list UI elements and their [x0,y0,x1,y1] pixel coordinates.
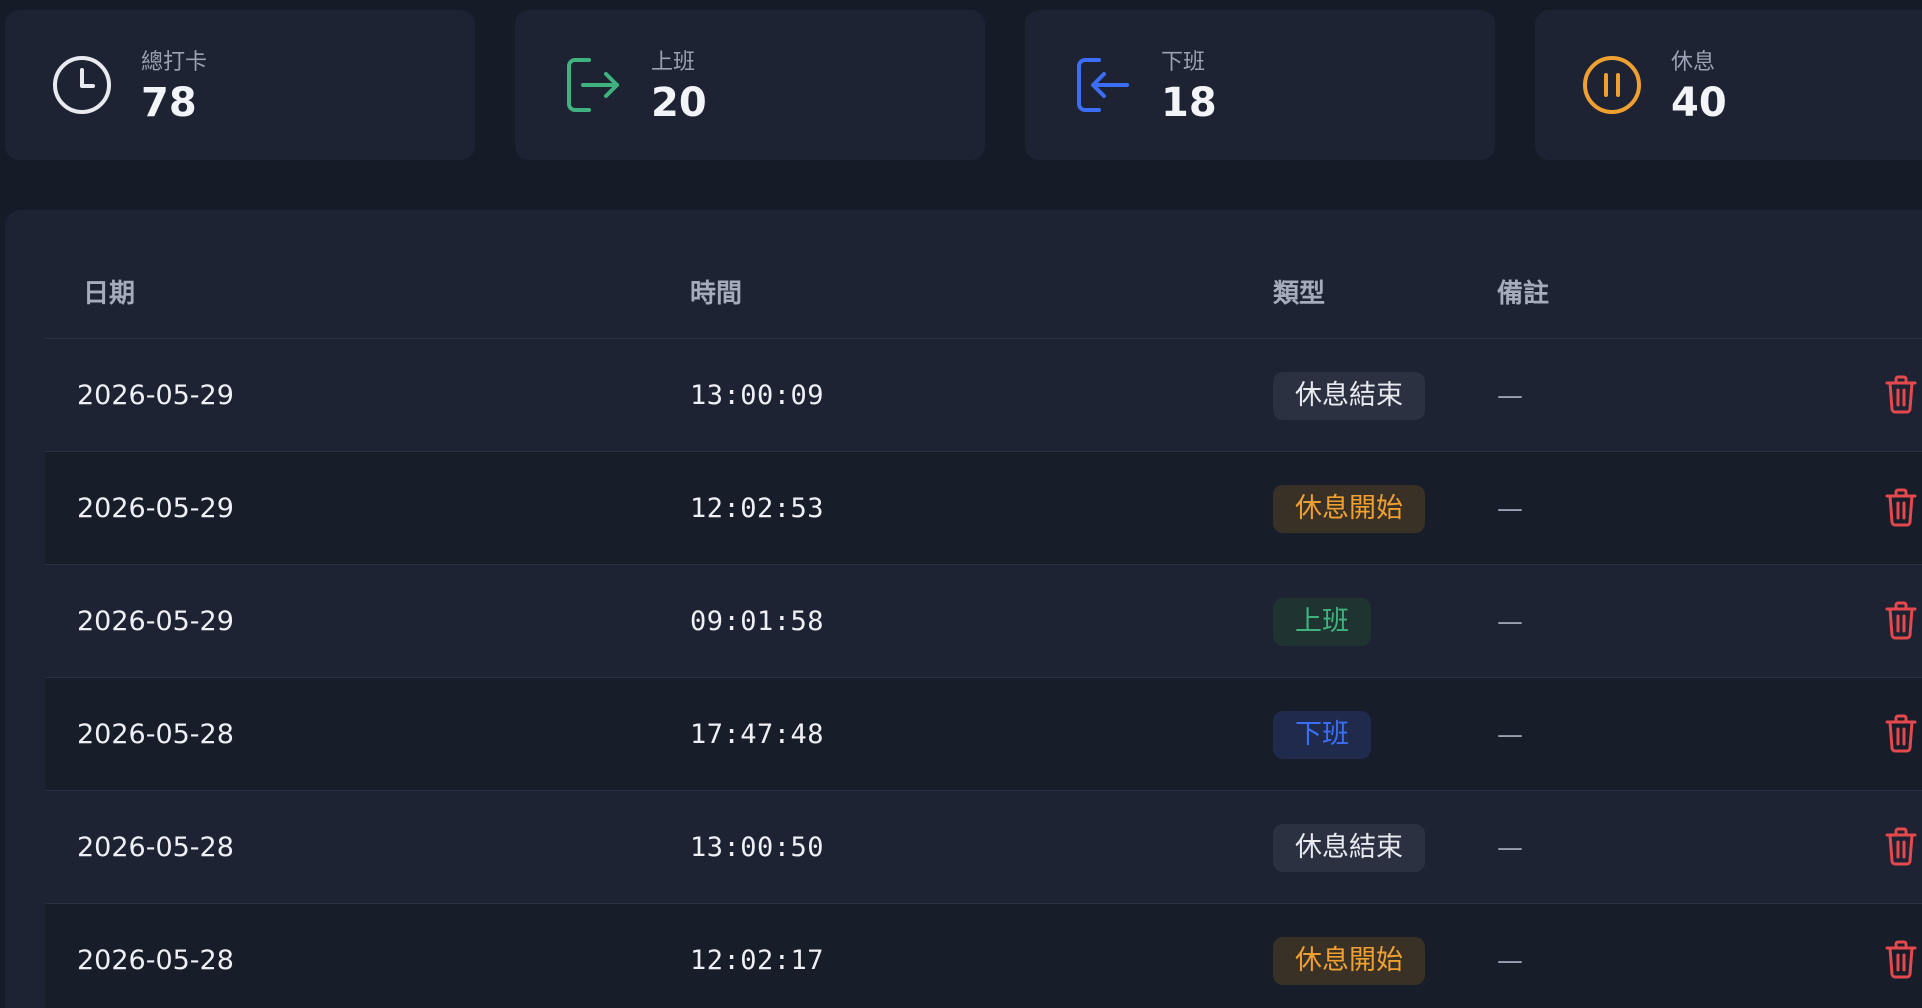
delete-button[interactable] [1877,372,1922,420]
cell-note: — [1497,493,1523,524]
cell-note: — [1497,606,1523,637]
trash-icon [1884,939,1918,983]
cell-date: 2026-05-29 [77,380,234,411]
cell-date: 2026-05-29 [77,606,234,637]
header-time: 時間 [690,279,743,309]
cell-time: 13:00:50 [690,832,825,863]
type-badge: 上班 [1273,597,1371,646]
cell-time: 09:01:58 [690,606,825,637]
table-row: 2026-05-29 12:02:53 休息開始 — [45,452,1922,565]
attendance-page: 總打卡 78 上班 20 下班 18 休息 40 日期 時間 類型 備註 202… [0,0,1922,1008]
clock-in-icon [559,52,625,118]
cell-time: 12:02:53 [690,493,825,524]
type-badge: 下班 [1273,710,1371,759]
table-header: 日期 時間 類型 備註 [45,250,1922,339]
clock-icon [49,52,115,118]
stat-card-break: 休息 40 [1535,10,1922,160]
stats-row: 總打卡 78 上班 20 下班 18 休息 40 [5,10,1922,160]
cell-type: 上班 [1273,565,1371,678]
cell-date: 2026-05-28 [77,832,234,863]
delete-button[interactable] [1877,824,1922,872]
stat-value: 40 [1671,80,1727,126]
clock-out-icon [1069,52,1135,118]
cell-actions [1877,339,1922,452]
stat-card-total: 總打卡 78 [5,10,475,160]
type-badge: 休息結束 [1273,823,1425,872]
stat-label: 下班 [1161,50,1206,75]
header-date: 日期 [83,279,136,309]
cell-actions [1877,791,1922,904]
header-note: 備註 [1497,279,1550,309]
table-row: 2026-05-29 09:01:58 上班 — [45,565,1922,678]
cell-date: 2026-05-29 [77,493,234,524]
cell-type: 休息結束 [1273,339,1425,452]
trash-icon [1884,600,1918,644]
cell-time: 13:00:09 [690,380,825,411]
table-row: 2026-05-29 13:00:09 休息結束 — [45,339,1922,452]
cell-note: — [1497,945,1523,976]
cell-actions [1877,904,1922,1008]
stat-value: 18 [1161,80,1217,126]
stat-value: 20 [651,80,707,126]
table-row: 2026-05-28 13:00:50 休息結束 — [45,791,1922,904]
cell-note: — [1497,832,1523,863]
cell-time: 12:02:17 [690,945,825,976]
stat-card-clock-in: 上班 20 [515,10,985,160]
trash-icon [1884,487,1918,531]
cell-note: — [1497,380,1523,411]
type-badge: 休息結束 [1273,371,1425,420]
records-panel: 日期 時間 類型 備註 2026-05-29 13:00:09 休息結束 —2026-… [5,210,1922,1008]
stat-label: 總打卡 [141,50,208,75]
cell-note: — [1497,719,1523,750]
cell-type: 休息開始 [1273,452,1425,565]
cell-type: 休息開始 [1273,904,1425,1008]
cell-actions [1877,452,1922,565]
type-badge: 休息開始 [1273,484,1425,533]
stat-value: 78 [141,80,197,126]
stat-card-clock-out: 下班 18 [1025,10,1495,160]
header-type: 類型 [1273,279,1326,309]
delete-button[interactable] [1877,711,1922,759]
stat-label: 上班 [651,50,696,75]
cell-date: 2026-05-28 [77,719,234,750]
table-row: 2026-05-28 12:02:17 休息開始 — [45,904,1922,1008]
table-row: 2026-05-28 17:47:48 下班 — [45,678,1922,791]
delete-button[interactable] [1877,485,1922,533]
cell-actions [1877,565,1922,678]
records-table: 日期 時間 類型 備註 2026-05-29 13:00:09 休息結束 —2026-… [45,250,1922,1008]
cell-type: 休息結束 [1273,791,1425,904]
stat-label: 休息 [1671,50,1716,75]
cell-time: 17:47:48 [690,719,825,750]
type-badge: 休息開始 [1273,936,1425,985]
trash-icon [1884,826,1918,870]
cell-date: 2026-05-28 [77,945,234,976]
cell-type: 下班 [1273,678,1371,791]
delete-button[interactable] [1877,937,1922,985]
cell-actions [1877,678,1922,791]
table-body: 2026-05-29 13:00:09 休息結束 — 2026-05-29 12:02:5… [45,339,1922,1008]
pause-icon [1579,52,1645,118]
trash-icon [1884,713,1918,757]
trash-icon [1884,374,1918,418]
delete-button[interactable] [1877,598,1922,646]
